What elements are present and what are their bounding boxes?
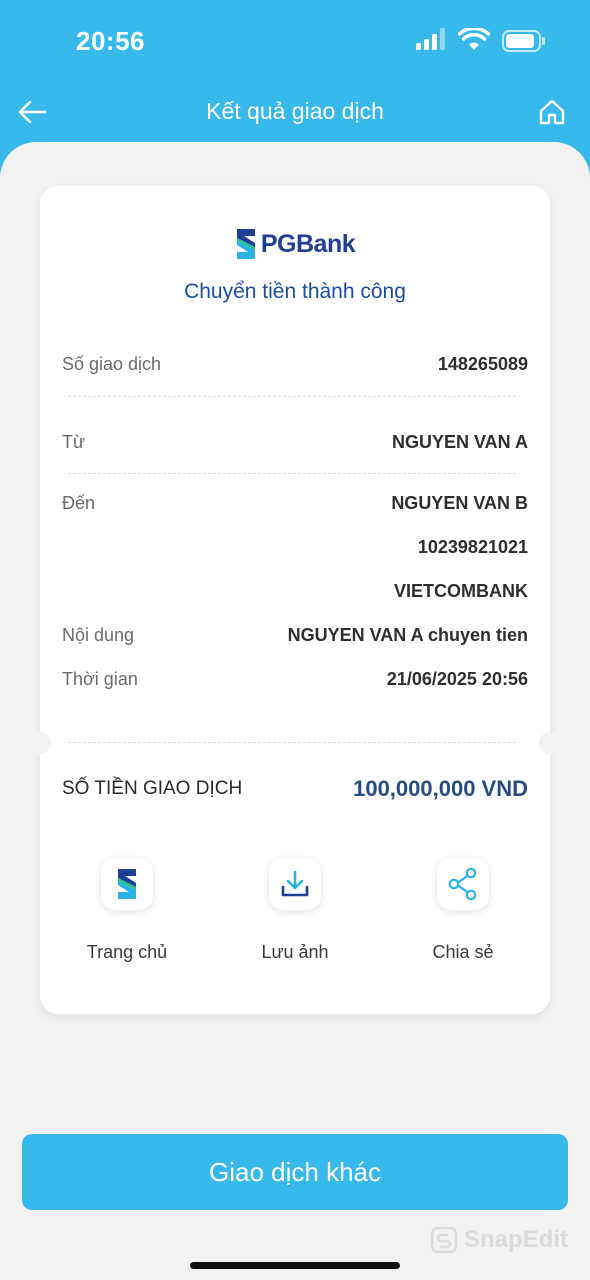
content-value: NGUYEN VAN A chuyen tien	[287, 625, 528, 645]
home-indicator[interactable]	[190, 1262, 400, 1269]
divider	[68, 473, 516, 474]
receipt-card: PGBank Chuyển tiền thành công Số giao dị…	[29, 186, 561, 1014]
amount-label: SỐ TIỀN GIAO DỊCH	[62, 778, 243, 799]
status-title: Chuyển tiền thành công	[184, 280, 406, 303]
status-bar: 20:56	[0, 0, 590, 82]
new-transaction-button[interactable]: Giao dịch khác	[22, 1134, 568, 1210]
receipt-notch-right	[539, 732, 561, 754]
divider	[68, 396, 516, 397]
home-action-icon-box	[101, 858, 153, 910]
share-action-label: Chia sẻ	[432, 942, 494, 962]
save-action-icon-box	[269, 858, 321, 910]
bank-name: PGBank	[260, 229, 356, 258]
transaction-no-label: Số giao dịch	[62, 354, 162, 374]
share-button[interactable]: Chia sẻ	[388, 856, 538, 966]
share-icon	[448, 867, 477, 901]
share-action-icon-box	[437, 858, 489, 910]
page-title: Kết quả giao dịch	[206, 98, 384, 124]
wifi-icon	[458, 28, 490, 50]
row-to-account: 10239821021	[62, 537, 528, 567]
pgbank-mark-icon	[118, 869, 136, 899]
row-transaction-no: Số giao dịch 148265089	[62, 354, 528, 384]
from-value: NGUYEN VAN A	[391, 432, 528, 452]
from-label: Từ	[62, 432, 86, 452]
to-account-value: 10239821021	[417, 537, 528, 557]
home-action-label: Trang chủ	[86, 942, 168, 962]
transaction-no-value: 148265089	[437, 354, 528, 374]
pgbank-logo-icon	[236, 229, 255, 259]
time-value: 21/06/2025 20:56	[386, 669, 528, 689]
status-icons	[416, 28, 546, 54]
watermark-text: SnapEdit	[463, 1226, 568, 1253]
row-from: Từ NGUYEN VAN A	[62, 432, 528, 462]
signal-icon	[416, 28, 445, 50]
nav-bar: Kết quả giao dịch	[0, 82, 590, 142]
row-content: Nội dung NGUYEN VAN A chuyen tien	[62, 625, 528, 655]
home-action-button[interactable]: Trang chủ	[52, 856, 202, 966]
download-icon	[281, 870, 309, 897]
row-to-bank: VIETCOMBANK	[62, 581, 528, 611]
receipt-actions: Trang chủ Lưu ảnh Chia sẻ	[40, 856, 550, 966]
home-icon	[539, 99, 565, 125]
divider	[68, 742, 516, 743]
save-image-button[interactable]: Lưu ảnh	[220, 856, 370, 966]
battery-icon	[502, 30, 545, 52]
content-label: Nội dung	[62, 625, 135, 645]
home-button[interactable]	[536, 96, 568, 128]
row-time: Thời gian 21/06/2025 20:56	[62, 669, 528, 699]
to-label: Đến	[62, 493, 96, 513]
save-action-label: Lưu ảnh	[261, 942, 329, 962]
status-time: 20:56	[76, 26, 145, 56]
to-name-value: NGUYEN VAN B	[391, 493, 528, 513]
amount-value: 100,000,000 VND	[353, 776, 528, 801]
receipt-notch-left	[29, 732, 51, 754]
row-to: Đến NGUYEN VAN B	[62, 493, 528, 523]
content-area: PGBank Chuyển tiền thành công Số giao dị…	[0, 142, 590, 1280]
bank-logo: PGBank	[40, 226, 550, 262]
to-bank-value: VIETCOMBANK	[394, 581, 528, 601]
snapedit-logo-icon	[430, 1226, 458, 1254]
time-label: Thời gian	[62, 669, 138, 689]
watermark: SnapEdit	[430, 1226, 568, 1254]
